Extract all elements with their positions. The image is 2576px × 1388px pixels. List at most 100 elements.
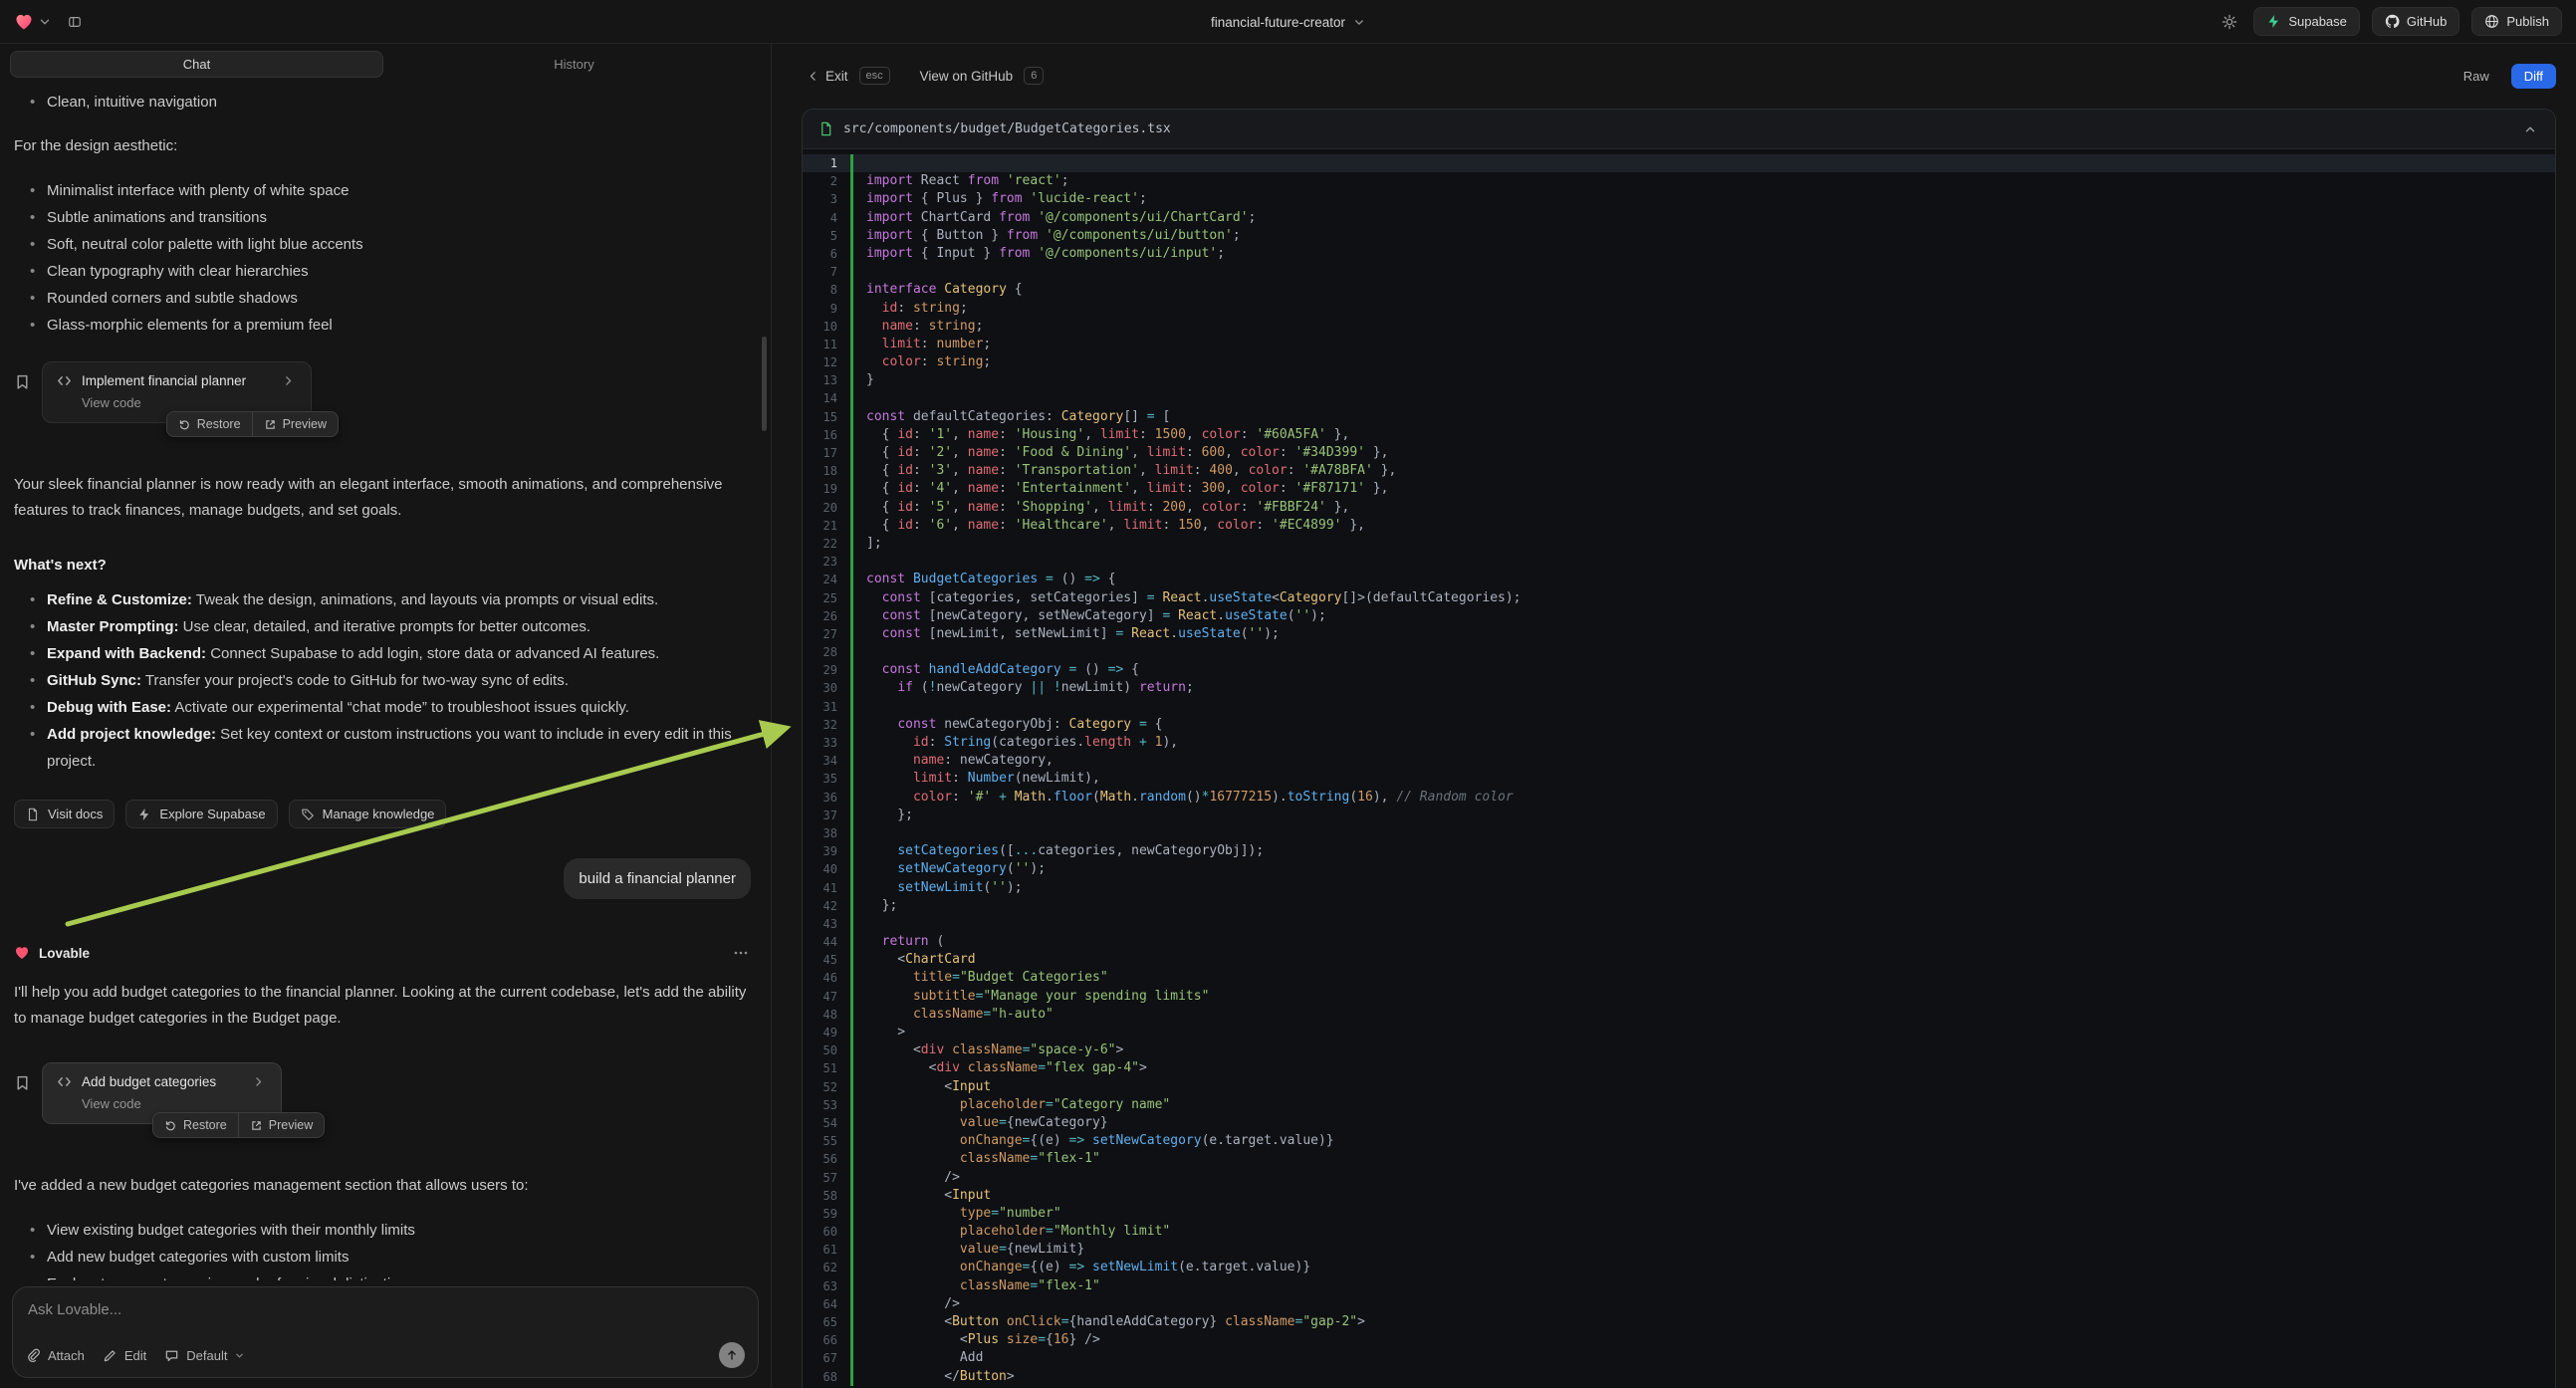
- github-button[interactable]: GitHub: [2372, 7, 2459, 36]
- code-line: 62 onChange={(e) => setNewLimit(e.target…: [803, 1259, 2555, 1276]
- code-line: 24const BudgetCategories = () => {: [803, 571, 2555, 588]
- preview-button[interactable]: Preview: [238, 1113, 324, 1137]
- bullet-list: Minimalist interface with plenty of whit…: [14, 177, 751, 339]
- line-number: 22: [803, 535, 850, 553]
- code-line: 39 setCategories([...categories, newCate…: [803, 842, 2555, 860]
- line-number: 66: [803, 1331, 850, 1349]
- line-number: 28: [803, 643, 850, 661]
- toggle-sidebar-button[interactable]: [64, 11, 86, 33]
- line-number: 27: [803, 625, 850, 643]
- code-line: 36 color: '#' + Math.floor(Math.random()…: [803, 789, 2555, 807]
- code-line: 64 />: [803, 1295, 2555, 1313]
- bookmark-icon[interactable]: [14, 1074, 31, 1091]
- tool-call-row: Implement financial planner View code Re…: [14, 361, 751, 423]
- assistant-text: For the design aesthetic:: [14, 133, 751, 159]
- supabase-button[interactable]: Supabase: [2253, 7, 2360, 36]
- code-line: 67 Add: [803, 1349, 2555, 1367]
- line-number: 37: [803, 807, 850, 824]
- line-number: 30: [803, 679, 850, 697]
- default-mode-button[interactable]: Default: [164, 1348, 245, 1363]
- line-number: 36: [803, 789, 850, 807]
- line-number: 33: [803, 734, 850, 752]
- line-number: 3: [803, 190, 850, 208]
- line-number: 60: [803, 1223, 850, 1241]
- project-name: financial-future-creator: [1211, 15, 1345, 30]
- collapse-button[interactable]: [2521, 120, 2539, 138]
- settings-button[interactable]: [2218, 10, 2241, 34]
- tab-chat[interactable]: Chat: [10, 51, 383, 78]
- line-number: 57: [803, 1169, 850, 1187]
- line-number: 53: [803, 1096, 850, 1114]
- lovable-heart-icon: [14, 945, 30, 961]
- line-number: 2: [803, 172, 850, 190]
- view-code-link[interactable]: View code: [82, 395, 295, 410]
- code-line: 54 value={newCategory}: [803, 1114, 2555, 1132]
- pencil-icon: [103, 1348, 117, 1363]
- explore-supabase-button[interactable]: Explore Supabase: [125, 800, 277, 828]
- code-line: 28: [803, 643, 2555, 661]
- code-line: 48 className="h-auto": [803, 1006, 2555, 1024]
- line-number: 25: [803, 589, 850, 607]
- line-number: 65: [803, 1313, 850, 1331]
- diff-button[interactable]: Diff: [2511, 64, 2556, 89]
- line-number: 9: [803, 300, 850, 318]
- github-label: GitHub: [2407, 14, 2447, 29]
- line-number: 17: [803, 444, 850, 462]
- code-line: 5import { Button } from '@/components/ui…: [803, 227, 2555, 245]
- visit-docs-button[interactable]: Visit docs: [14, 800, 115, 828]
- tab-history[interactable]: History: [387, 51, 761, 78]
- file-header[interactable]: src/components/budget/BudgetCategories.t…: [803, 110, 2555, 149]
- assistant-name: Lovable: [39, 946, 90, 961]
- bullet-item: Rounded corners and subtle shadows: [47, 285, 751, 312]
- view-code-link[interactable]: View code: [82, 1096, 265, 1111]
- globe-icon: [2484, 14, 2499, 29]
- bookmark-icon[interactable]: [14, 373, 31, 390]
- chat-scrollbar[interactable]: [762, 337, 767, 431]
- message-menu-button[interactable]: [731, 943, 751, 963]
- publish-button[interactable]: Publish: [2471, 7, 2562, 36]
- code-line: 57 />: [803, 1169, 2555, 1187]
- code-icon: [57, 373, 72, 388]
- code-line: 31: [803, 698, 2555, 716]
- code-line: 6import { Input } from '@/components/ui/…: [803, 245, 2555, 263]
- docs-icon: [26, 808, 40, 821]
- code-line: 7: [803, 263, 2555, 281]
- raw-button[interactable]: Raw: [2458, 68, 2495, 85]
- exit-button[interactable]: Exit: [807, 69, 848, 84]
- tool-card[interactable]: Add budget categories View code RestoreP…: [42, 1062, 282, 1124]
- manage-knowledge-button[interactable]: Manage knowledge: [289, 800, 447, 828]
- lovable-logo[interactable]: [14, 12, 52, 32]
- code-view[interactable]: 12import React from 'react';3import { Pl…: [803, 149, 2555, 1386]
- restore-button[interactable]: Restore: [167, 412, 252, 436]
- line-number: 10: [803, 318, 850, 336]
- bullet-item: Glass-morphic elements for a premium fee…: [47, 312, 751, 339]
- line-number: 20: [803, 499, 850, 517]
- line-number: 19: [803, 480, 850, 498]
- code-line: 56 className="flex-1": [803, 1150, 2555, 1168]
- line-number: 56: [803, 1150, 850, 1168]
- tool-card[interactable]: Implement financial planner View code Re…: [42, 361, 312, 423]
- chat-input[interactable]: [26, 1299, 745, 1323]
- edit-button[interactable]: Edit: [103, 1348, 146, 1363]
- preview-button[interactable]: Preview: [252, 412, 338, 436]
- line-number: 32: [803, 716, 850, 734]
- project-menu[interactable]: financial-future-creator: [1211, 0, 1365, 44]
- send-button[interactable]: [719, 1342, 745, 1368]
- code-line: 16 { id: '1', name: 'Housing', limit: 15…: [803, 426, 2555, 444]
- restore-button[interactable]: Restore: [153, 1113, 238, 1137]
- bullet-item: Clean, intuitive navigation: [47, 89, 751, 116]
- tool-call-row: Add budget categories View code RestoreP…: [14, 1062, 751, 1124]
- line-number: 26: [803, 607, 850, 625]
- code-line: 49 >: [803, 1024, 2555, 1041]
- line-number: 12: [803, 353, 850, 371]
- line-number: 31: [803, 698, 850, 716]
- editor-header: Exit esc View on GitHub 6 Raw Diff: [773, 44, 2576, 108]
- bullet-list: Refine & Customize: Tweak the design, an…: [14, 586, 751, 775]
- code-line: 1: [803, 154, 2555, 172]
- chat-icon: [164, 1348, 179, 1363]
- code-line: 30 if (!newCategory || !newLimit) return…: [803, 679, 2555, 697]
- code-line: 4import ChartCard from '@/components/ui/…: [803, 209, 2555, 227]
- view-on-github-button[interactable]: View on GitHub: [920, 69, 1014, 84]
- attach-button[interactable]: Attach: [26, 1348, 85, 1363]
- line-number: 39: [803, 842, 850, 860]
